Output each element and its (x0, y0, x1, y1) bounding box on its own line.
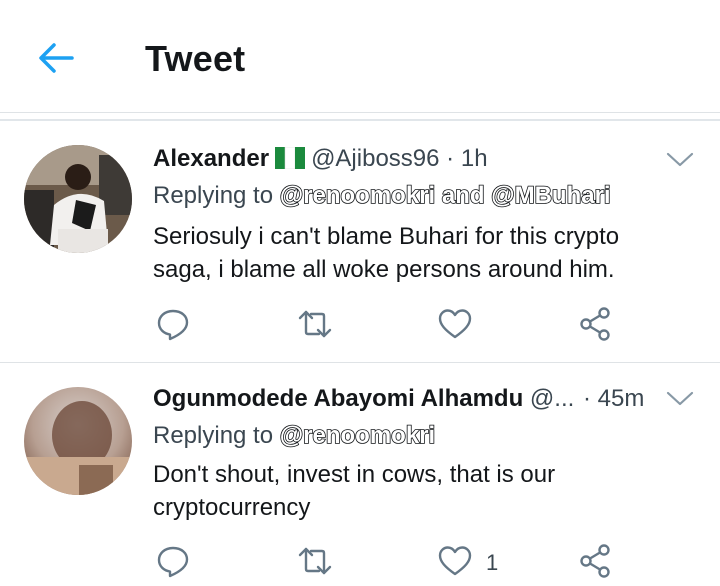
heart-icon (438, 309, 472, 339)
more-options-button[interactable] (666, 151, 694, 169)
replying-to-label: Replying to (153, 182, 280, 209)
header-divider (0, 112, 720, 113)
tweet-text: Seriosuly i can't blame Buhari for this … (153, 220, 673, 286)
display-name[interactable]: Ogunmodede Abayomi Alhamdu (153, 385, 523, 412)
avatar[interactable] (24, 387, 132, 495)
tweet-text: Don't shout, invest in cows, that is our… (153, 458, 673, 524)
arrow-left-icon (39, 43, 74, 73)
tweet-text-line: Don't shout, invest in cows, that is our (153, 461, 556, 488)
timestamp[interactable]: 1h (461, 145, 488, 172)
share-icon (580, 307, 610, 341)
share-icon (580, 544, 610, 578)
retweet-icon (298, 547, 332, 575)
replying-to-mentions[interactable]: @renoomokri (279, 421, 436, 450)
reply-button[interactable] (155, 306, 191, 342)
replying-to-mentions[interactable]: @renoomokri and @MBuhari (279, 181, 611, 210)
retweet-button[interactable] (297, 543, 333, 579)
reply-button[interactable] (155, 543, 191, 579)
timestamp[interactable]: 45m (598, 385, 645, 412)
tweet-meta: Alexander @Ajiboss96 · 1h (153, 145, 488, 176)
nigeria-flag-icon (275, 146, 306, 176)
page-title: Tweet (145, 38, 246, 79)
tweet-text-line: Seriosuly i can't blame Buhari for this … (153, 223, 620, 250)
retweet-icon (298, 310, 332, 338)
like-button[interactable] (437, 306, 473, 342)
retweet-button[interactable] (297, 306, 333, 342)
like-button[interactable] (437, 543, 473, 579)
replying-to-line: Replying to @renoomokri (153, 421, 436, 450)
tweet-meta: Ogunmodede Abayomi Alhamdu @... (153, 385, 574, 413)
more-options-button[interactable] (666, 390, 694, 408)
avatar[interactable] (24, 145, 132, 253)
chevron-down-icon (666, 391, 694, 406)
display-name[interactable]: Alexander (153, 145, 269, 172)
replying-to-line: Replying to @renoomokri and @MBuhari (153, 181, 611, 210)
back-button[interactable] (34, 38, 78, 78)
tweet-meta-time: · 45m (583, 385, 644, 413)
reply-icon (157, 309, 189, 341)
share-button[interactable] (578, 543, 614, 579)
user-handle[interactable]: @... (530, 385, 574, 412)
tweet-item[interactable]: Ogunmodede Abayomi Alhamdu @... · 45m Re… (0, 363, 720, 586)
meta-separator: · (583, 385, 591, 412)
top-app-bar: Tweet (0, 0, 720, 112)
tweet-item[interactable]: Alexander @Ajiboss96 · 1h Replying to @re… (0, 121, 720, 361)
replying-to-label: Replying to (153, 422, 280, 449)
heart-icon (438, 546, 472, 576)
reply-icon (157, 546, 189, 578)
tweet-text-line: cryptocurrency (153, 494, 311, 521)
meta-separator: · (446, 145, 455, 172)
like-count: 1 (486, 550, 499, 575)
chevron-down-icon (666, 152, 694, 167)
share-button[interactable] (578, 306, 614, 342)
tweet-text-line: saga, i blame all woke persons around hi… (153, 256, 615, 283)
user-handle[interactable]: @Ajiboss96 (311, 145, 439, 172)
